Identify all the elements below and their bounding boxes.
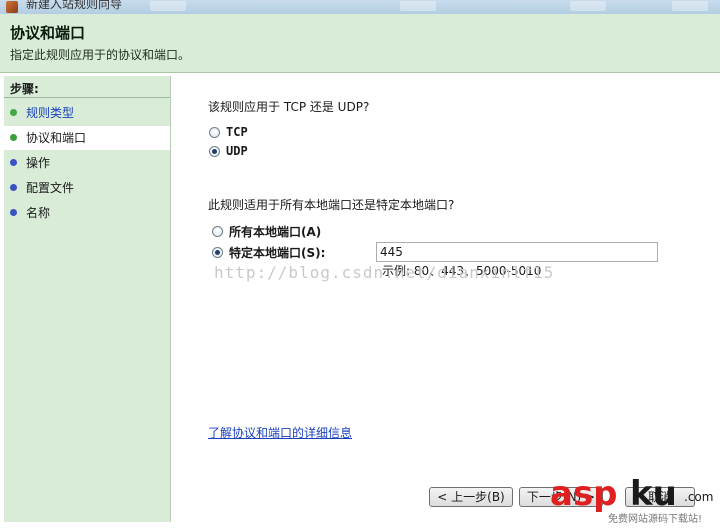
title-bar-ghost-1	[150, 1, 186, 11]
tcp-radio-option[interactable]: TCP	[209, 124, 248, 140]
all-ports-radio[interactable]	[212, 225, 223, 237]
logo-asp-text: asp	[550, 474, 618, 514]
page-title: 协议和端口	[10, 24, 86, 42]
steps-divider	[4, 97, 170, 98]
title-bar-ghost-3	[570, 1, 606, 11]
learn-more-link[interactable]: 了解协议和端口的详细信息	[208, 424, 352, 441]
specific-ports-input[interactable]: 445	[376, 242, 658, 262]
wizard-header: 协议和端口 指定此规则应用于的协议和端口。	[0, 14, 720, 73]
title-bar[interactable]: 新建入站规则向导	[0, 0, 720, 14]
window-title: 新建入站规则向导	[26, 0, 123, 11]
sidebar-item-protocol-ports[interactable]: 协议和端口	[4, 126, 170, 150]
logo-com-text: .com	[684, 490, 714, 504]
sidebar-item-label: 名称	[26, 206, 51, 220]
step-done-bullet-icon	[10, 109, 17, 116]
wizard-content: 该规则应用于 TCP 还是 UDP? TCP UDP 此规则适用于所有本地端口还…	[170, 73, 720, 528]
protocol-question: 该规则应用于 TCP 还是 UDP?	[208, 100, 370, 114]
step-current-bullet-icon	[10, 134, 17, 141]
logo-ku-text: ku	[630, 474, 677, 514]
steps-label: 步骤:	[10, 82, 39, 96]
sidebar-item-label: 规则类型	[26, 106, 75, 120]
sidebar-item-name[interactable]: 名称	[4, 201, 170, 225]
back-button[interactable]: < 上一步(B)	[429, 487, 513, 507]
page-description: 指定此规则应用于的协议和端口。	[10, 48, 191, 62]
steps-sidebar: 步骤: 规则类型 协议和端口 操作 配置文件 名称	[4, 76, 171, 522]
specific-ports-label: 特定本地端口(S):	[229, 245, 326, 260]
ports-question: 此规则适用于所有本地端口还是特定本地端口?	[208, 198, 455, 212]
tcp-label: TCP	[226, 125, 248, 139]
udp-radio-option[interactable]: UDP	[209, 143, 248, 159]
firewall-app-icon	[6, 1, 18, 13]
sidebar-item-rule-type[interactable]: 规则类型	[4, 101, 170, 125]
all-ports-radio-option[interactable]: 所有本地端口(A)	[212, 223, 321, 239]
title-bar-ghost-2	[400, 1, 436, 11]
specific-ports-radio[interactable]	[212, 246, 223, 258]
logo-tagline: 免费网站源码下载站!	[608, 514, 703, 525]
sidebar-item-label: 协议和端口	[26, 131, 87, 145]
sidebar-item-action[interactable]: 操作	[4, 151, 170, 175]
tcp-radio[interactable]	[209, 126, 220, 138]
asp-ku-logo: asp ku .com 免费网站源码下载站!	[550, 474, 720, 528]
step-todo-bullet-icon	[10, 209, 17, 216]
watermark-url: http://blog.csdn.net/dianxinlf15	[214, 263, 555, 282]
specific-ports-radio-option[interactable]: 特定本地端口(S):	[212, 244, 325, 260]
udp-radio[interactable]	[209, 145, 220, 157]
sidebar-item-profile[interactable]: 配置文件	[4, 176, 170, 200]
all-ports-label: 所有本地端口(A)	[229, 224, 322, 239]
title-bar-ghost-4	[672, 1, 708, 11]
step-todo-bullet-icon	[10, 159, 17, 166]
step-todo-bullet-icon	[10, 184, 17, 191]
udp-label: UDP	[226, 144, 248, 158]
sidebar-item-label: 操作	[26, 156, 51, 170]
sidebar-item-label: 配置文件	[26, 181, 75, 195]
